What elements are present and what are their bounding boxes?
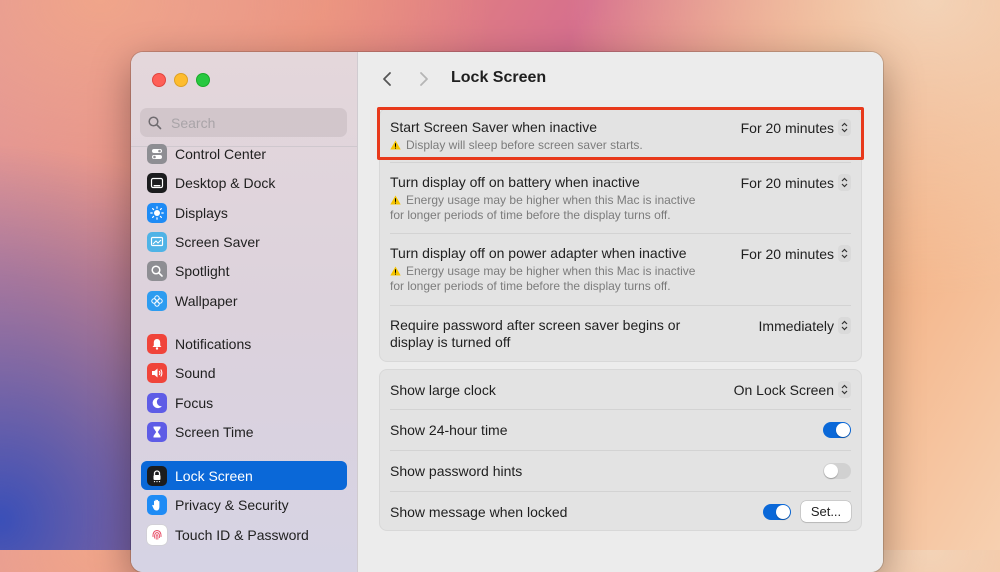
popup-value: For 20 minutes — [740, 174, 834, 191]
sidebar-item-displays[interactable]: Displays — [141, 198, 347, 227]
sidebar-item-wallpaper[interactable]: Wallpaper — [141, 286, 347, 315]
sidebar: Search Control Center Desktop & Dock Dis… — [131, 52, 358, 572]
sidebar-item-control-center[interactable]: Control Center — [141, 139, 347, 168]
page-title: Lock Screen — [451, 69, 547, 86]
forward-chevron-icon[interactable] — [419, 70, 429, 93]
popup-value: For 20 minutes — [740, 245, 834, 262]
setting-label: Show message when locked — [390, 504, 568, 520]
setting-row-large-clock: Show large clock On Lock Screen — [390, 370, 851, 410]
screen-saver-icon — [147, 231, 167, 252]
setting-label: Show 24-hour time — [390, 422, 508, 438]
warning-icon — [390, 195, 401, 205]
zoom-button[interactable] — [196, 73, 210, 87]
chevron-updown-icon — [838, 381, 851, 398]
settings-group-lock-screen: Show large clock On Lock Screen Show 24-… — [379, 369, 862, 531]
warning-icon — [390, 266, 401, 276]
notifications-icon — [147, 333, 167, 354]
control-center-icon — [147, 143, 167, 164]
setting-label: Turn display off on battery when inactiv… — [390, 174, 640, 190]
sidebar-item-lock-screen[interactable]: Lock Screen — [141, 461, 347, 490]
setting-label: Show large clock — [390, 382, 496, 398]
sidebar-item-screen-time[interactable]: Screen Time — [141, 417, 347, 446]
wallpaper-icon — [147, 290, 167, 311]
adapter-display-off-popup[interactable]: For 20 minutes — [741, 245, 851, 262]
sidebar-item-label: Spotlight — [175, 262, 230, 279]
screen-time-icon — [147, 421, 167, 442]
require-password-popup[interactable]: Immediately — [759, 317, 851, 334]
spotlight-icon — [147, 260, 167, 281]
popup-value: On Lock Screen — [733, 381, 834, 398]
chevron-updown-icon — [838, 174, 851, 191]
setting-row-24-hour-time: Show 24-hour time — [390, 410, 851, 451]
setting-label: display is turned off — [390, 334, 511, 350]
setting-label: Turn display off on power adapter when i… — [390, 245, 687, 261]
focus-icon — [147, 392, 167, 413]
sidebar-item-label: Touch ID & Password — [175, 526, 309, 543]
search-placeholder: Search — [171, 114, 216, 131]
sidebar-item-sound[interactable]: Sound — [141, 358, 347, 387]
setting-row-message-when-locked: Show message when locked Set... — [390, 492, 851, 532]
setting-note: Energy usage may be higher when this Mac… — [406, 193, 696, 207]
highlight-box — [377, 107, 864, 160]
settings-window: Search Control Center Desktop & Dock Dis… — [131, 52, 883, 572]
sidebar-item-label: Focus — [175, 394, 214, 411]
sidebar-item-label: Wallpaper — [175, 292, 238, 309]
popup-value: Immediately — [758, 317, 834, 334]
toolbar: Lock Screen — [358, 52, 883, 106]
sidebar-item-label: Lock Screen — [175, 467, 253, 484]
privacy-hand-icon — [147, 494, 167, 515]
sidebar-item-label: Displays — [175, 204, 228, 221]
setting-row-display-off-adapter: Turn display off on power adapter when i… — [390, 234, 851, 306]
setting-label: Show password hints — [390, 463, 523, 479]
setting-row-require-password: Require password after screen saver begi… — [390, 306, 851, 361]
sidebar-item-label: Screen Time — [175, 423, 254, 440]
large-clock-popup[interactable]: On Lock Screen — [734, 381, 851, 398]
sidebar-item-label: Desktop & Dock — [175, 174, 276, 191]
set-message-button[interactable]: Set... — [801, 501, 851, 522]
setting-note: for longer periods of time before the di… — [390, 279, 671, 293]
fingerprint-icon — [147, 524, 167, 545]
sidebar-item-notifications[interactable]: Notifications — [141, 329, 347, 358]
lock-screen-icon — [147, 465, 167, 486]
password-hints-toggle[interactable] — [823, 463, 851, 479]
sidebar-item-screen-saver[interactable]: Screen Saver — [141, 227, 347, 256]
sidebar-item-spotlight[interactable]: Spotlight — [141, 256, 347, 285]
setting-label: Require password after screen saver begi… — [390, 317, 681, 333]
sidebar-item-label: Screen Saver — [175, 233, 260, 250]
battery-display-off-popup[interactable]: For 20 minutes — [741, 174, 851, 191]
sidebar-item-label: Privacy & Security — [175, 496, 289, 513]
search-field[interactable]: Search — [140, 108, 347, 137]
setting-row-display-off-battery: Turn display off on battery when inactiv… — [390, 163, 851, 234]
minimize-button[interactable] — [174, 73, 188, 87]
sidebar-item-touch-id[interactable]: Touch ID & Password — [141, 520, 347, 549]
sidebar-item-privacy-security[interactable]: Privacy & Security — [141, 490, 347, 519]
sidebar-item-label: Sound — [175, 364, 216, 381]
sidebar-item-label: Notifications — [175, 335, 252, 352]
chevron-updown-icon — [838, 317, 851, 334]
setting-note: Energy usage may be higher when this Mac… — [406, 264, 696, 278]
displays-icon — [147, 202, 167, 223]
24-hour-time-toggle[interactable] — [823, 422, 851, 438]
chevron-updown-icon — [838, 245, 851, 262]
sidebar-item-desktop-dock[interactable]: Desktop & Dock — [141, 168, 347, 197]
setting-row-password-hints: Show password hints — [390, 451, 851, 492]
close-button[interactable] — [152, 73, 166, 87]
desktop-dock-icon — [147, 172, 167, 193]
window-controls — [152, 73, 210, 87]
search-icon — [148, 115, 162, 129]
setting-note: for longer periods of time before the di… — [390, 208, 671, 222]
message-when-locked-toggle[interactable] — [763, 504, 791, 520]
back-chevron-icon[interactable] — [382, 70, 392, 93]
sidebar-item-label: Control Center — [175, 145, 267, 162]
sidebar-item-focus[interactable]: Focus — [141, 388, 347, 417]
sound-icon — [147, 362, 167, 383]
